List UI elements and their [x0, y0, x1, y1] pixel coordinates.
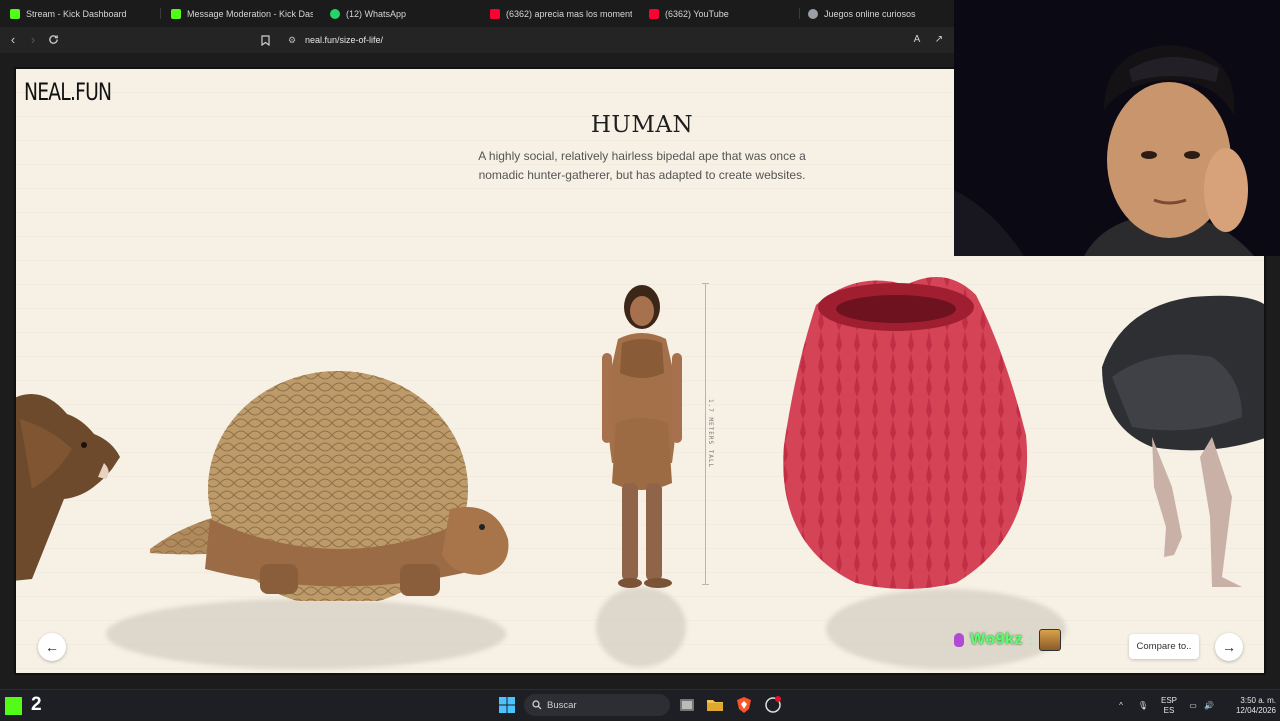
bookmark-icon	[260, 35, 270, 47]
search-placeholder: Buscar	[547, 699, 577, 711]
chat-user-overlay: Wo9kz :	[954, 629, 1061, 651]
reload-icon	[48, 35, 58, 44]
kick-logo-icon[interactable]	[5, 697, 22, 715]
tab-stream-kick-dashboard[interactable]: Stream - Kick Dashboard	[10, 4, 150, 23]
clock-date: 12/04/2026	[1235, 705, 1276, 715]
tab-juegos-online[interactable]: Juegos online curiosos	[808, 4, 948, 23]
tray-overflow-icon[interactable]: ^	[1114, 690, 1128, 721]
task-view-icon[interactable]	[678, 696, 696, 714]
search-icon	[532, 700, 542, 710]
chat-separator: :	[1028, 632, 1033, 648]
youtube-icon	[490, 8, 500, 19]
volume-icon[interactable]: 🔊	[1202, 690, 1216, 721]
globe-icon	[808, 8, 818, 19]
windows-start-icon[interactable]	[498, 696, 516, 714]
tab-youtube[interactable]: (6362) YouTube	[649, 4, 789, 23]
translate-button[interactable]: A	[909, 32, 925, 48]
kick-icon	[171, 8, 181, 19]
chat-avatar	[1038, 629, 1061, 651]
network-icon[interactable]: ▭	[1186, 690, 1200, 721]
next-creature-button[interactable]: →	[1215, 633, 1243, 661]
glyptodon-illustration[interactable]	[150, 369, 512, 601]
tab-separator	[160, 8, 161, 19]
previous-creature-button[interactable]: ←	[38, 633, 66, 661]
ostrich-illustration[interactable]	[1092, 287, 1266, 591]
tab-message-moderation[interactable]: Message Moderation - Kick Dashbo	[171, 4, 313, 23]
microphone-tray-icon[interactable]: 🎙	[1136, 690, 1150, 721]
tab-separator	[799, 8, 800, 19]
tab-youtube-video[interactable]: (6362) aprecia mas los momentos m	[490, 4, 632, 23]
tab-label: (12) WhatsApp	[346, 8, 407, 19]
webcam-overlay	[954, 0, 1280, 256]
tab-whatsapp[interactable]: (12) WhatsApp	[330, 4, 470, 23]
brave-browser-icon[interactable]	[735, 696, 753, 714]
tab-label: (6362) aprecia mas los momentos m	[506, 8, 632, 19]
taskbar: 2 Buscar ^ 🎙 ESP ES ▭ 🔊 3:50 a. m. 12/04…	[0, 689, 1280, 720]
tab-label: (6362) YouTube	[665, 8, 729, 19]
bookmark-button[interactable]	[257, 32, 273, 48]
taskbar-search[interactable]: Buscar	[524, 694, 670, 716]
bear-illustration[interactable]	[14, 379, 130, 589]
compare-to-button[interactable]: Compare to..	[1129, 634, 1199, 659]
share-button[interactable]: ↗	[931, 32, 947, 48]
kick-viewer-count: 2	[31, 694, 42, 715]
creature-shadow	[596, 587, 686, 667]
tab-label: Stream - Kick Dashboard	[26, 8, 127, 19]
clock[interactable]: 3:50 a. m. 12/04/2026	[1222, 690, 1276, 721]
site-settings-icon[interactable]: ⚙	[286, 34, 298, 46]
microphone-icon	[954, 633, 964, 647]
language-code: ESP	[1160, 695, 1177, 705]
keyboard-layout: ES	[1163, 705, 1175, 715]
whatsapp-icon	[330, 8, 340, 19]
kick-icon	[10, 8, 20, 19]
description-line: nomadic hunter-gatherer, but has adapted…	[478, 168, 806, 182]
reload-button[interactable]	[45, 32, 61, 48]
creature-description: A highly social, relatively hairless bip…	[472, 147, 812, 185]
address-url: neal.fun/size-of-life/	[305, 35, 384, 45]
youtube-icon	[649, 8, 659, 19]
arrow-left-icon: ←	[45, 639, 59, 655]
back-button[interactable]: ‹	[5, 32, 21, 48]
chat-username: Wo9kz	[970, 631, 1023, 648]
translate-icon: A	[913, 34, 921, 45]
address-bar[interactable]: ⚙ neal.fun/size-of-life/	[282, 31, 950, 49]
forward-button[interactable]: ›	[25, 32, 41, 48]
webcam-feed	[954, 0, 1280, 256]
height-measure-line	[702, 283, 709, 585]
site-logo[interactable]: NEAL.FUN	[24, 78, 112, 106]
sponge-illustration[interactable]	[776, 265, 1036, 593]
clock-time: 3:50 a. m.	[1240, 695, 1276, 705]
recording-app-icon[interactable]	[764, 696, 782, 714]
tab-label: Message Moderation - Kick Dashbo	[187, 8, 313, 19]
description-line: A highly social, relatively hairless bip…	[478, 149, 806, 163]
arrow-right-icon: →	[1222, 639, 1236, 655]
language-indicator[interactable]: ESP ES	[1158, 690, 1180, 721]
tab-label: Juegos online curiosos	[824, 8, 916, 19]
height-measure-label: 1.7 METERS TALL	[707, 399, 714, 469]
human-illustration[interactable]	[592, 283, 692, 589]
share-icon: ↗	[934, 34, 944, 45]
file-explorer-icon[interactable]	[706, 696, 724, 714]
creature-shadow	[106, 599, 506, 669]
